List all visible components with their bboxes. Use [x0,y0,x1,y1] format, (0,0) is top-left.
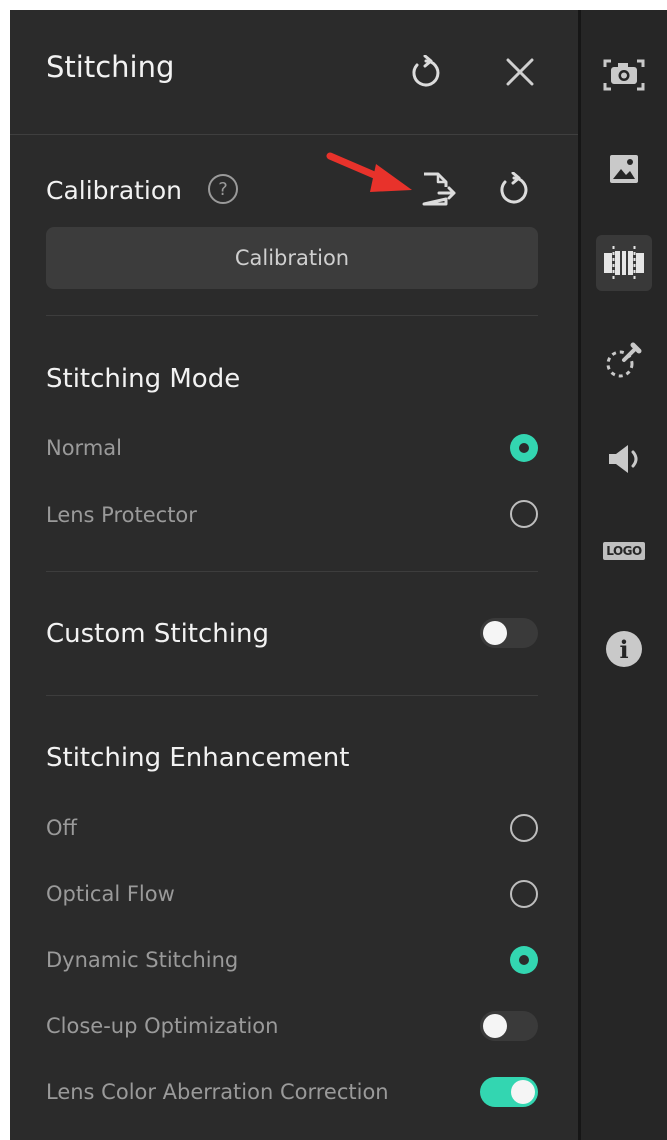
section-divider [46,315,538,316]
stitching-icon [604,246,644,280]
section-divider [46,571,538,572]
rail-stitching-button[interactable] [596,235,652,291]
custom-stitching-toggle[interactable] [480,618,538,648]
reset-icon [500,172,528,204]
rail-color-picker-button[interactable] [596,332,652,388]
close-icon [506,58,534,86]
radio-normal[interactable] [510,434,538,462]
section-divider [46,695,538,696]
help-icon[interactable]: ? [208,174,238,204]
lens-color-aberration-label: Lens Color Aberration Correction [46,1080,389,1104]
toggle-knob [511,1080,535,1104]
rail-info-button[interactable]: i [596,621,652,677]
toggle-knob [483,621,507,645]
export-file-icon [422,172,456,206]
reset-icon [412,55,440,87]
annotation-arrow-icon [326,152,412,192]
info-icon: i [606,631,642,667]
header-divider [10,134,578,135]
rail-image-button[interactable] [596,141,652,197]
calibration-button[interactable]: Calibration [46,227,538,289]
reset-calibration-button[interactable] [496,172,532,208]
rail-camera-button[interactable] [596,47,652,103]
radio-lens-protector[interactable] [510,500,538,528]
radio-optical-flow[interactable] [510,880,538,908]
stitching-panel: Stitching Calibration ? Calibration Stit… [10,10,578,1140]
app-window: Stitching Calibration ? Calibration Stit… [10,10,667,1140]
camera-icon [603,59,645,91]
rail-audio-button[interactable] [596,431,652,487]
speaker-icon [609,445,638,473]
option-optical-flow-label: Optical Flow [46,882,175,906]
calibration-title: Calibration [46,176,183,205]
close-up-optimization-label: Close-up Optimization [46,1014,279,1038]
option-normal-label: Normal [46,436,122,460]
radio-off[interactable] [510,814,538,842]
close-up-optimization-toggle[interactable] [480,1011,538,1041]
image-icon [610,155,638,183]
toggle-knob [483,1014,507,1038]
lens-color-aberration-toggle[interactable] [480,1077,538,1107]
close-button[interactable] [504,56,536,88]
export-calibration-button[interactable] [417,170,457,210]
logo-icon: LOGO [603,542,645,560]
option-dynamic-stitching-label: Dynamic Stitching [46,948,239,972]
option-off-label: Off [46,816,77,840]
tool-rail: LOGO i [581,10,667,1140]
reset-all-button[interactable] [408,55,444,91]
option-lens-protector-label: Lens Protector [46,503,197,527]
stitching-enhancement-title: Stitching Enhancement [46,743,350,773]
dropper-icon [606,342,642,378]
custom-stitching-title: Custom Stitching [46,619,269,649]
stitching-mode-title: Stitching Mode [46,364,241,394]
radio-dynamic-stitching[interactable] [510,946,538,974]
panel-title: Stitching [46,50,175,84]
rail-logo-button[interactable]: LOGO [596,523,652,579]
